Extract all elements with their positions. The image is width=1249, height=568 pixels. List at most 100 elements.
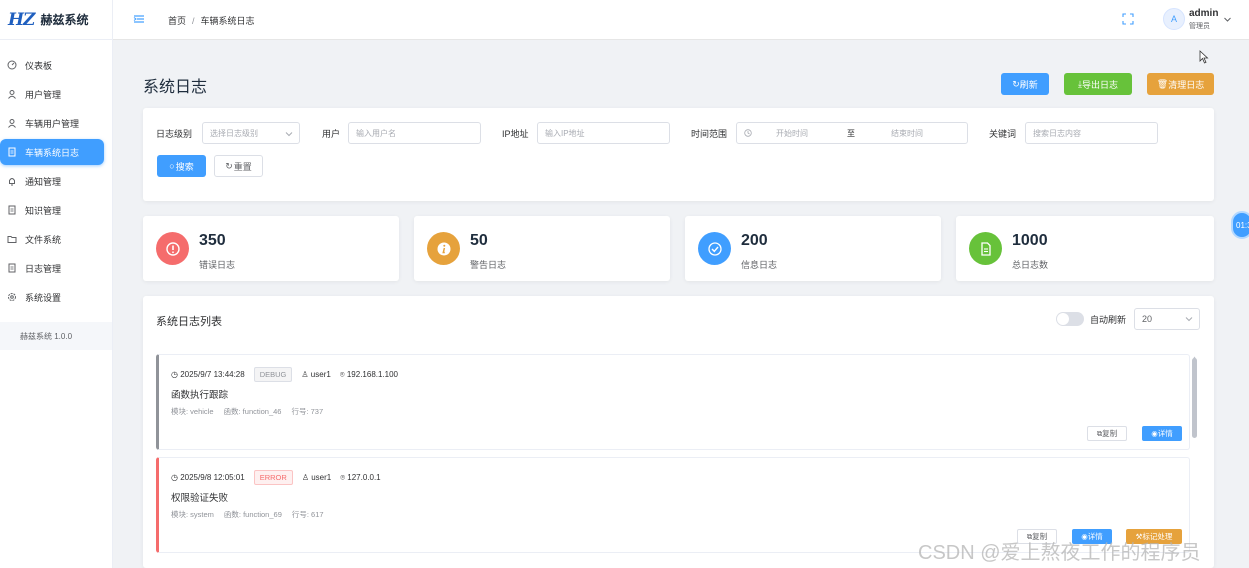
fullscreen-icon[interactable] xyxy=(1121,12,1135,26)
level-tag: ERROR xyxy=(253,470,293,485)
sidebar-item-label: 用户管理 xyxy=(25,89,62,100)
refresh-button[interactable]: ↻ 刷新 xyxy=(1001,73,1049,95)
page-size-value: 20 xyxy=(1142,314,1153,324)
page-size-select[interactable]: 20 xyxy=(1134,308,1200,330)
log-ip: ⌾ 127.0.0.1 xyxy=(340,473,380,483)
ip-filter-input[interactable]: 输入IP地址 xyxy=(537,122,670,144)
search-button-label: 搜索 xyxy=(175,161,194,172)
chevron-down-icon xyxy=(285,132,293,137)
time-range-separator: 至 xyxy=(847,129,855,138)
log-user-value: user1 xyxy=(311,473,332,482)
log-level-label: 日志级别 xyxy=(156,129,193,139)
sidebar-menu: 仪表板 用户管理 车辆用户管理 车辆系统日志 通知管理 知识管理 文件系统 日志… xyxy=(0,40,112,310)
copy-button[interactable]: ⧉ 复制 xyxy=(1087,426,1127,441)
user-name[interactable]: admin xyxy=(1189,8,1218,19)
log-list-panel: 系统日志列表 自动刷新 20 ◷ 2025/9/7 13:44:28 DEBUG… xyxy=(143,296,1214,568)
clock-icon: ◷ xyxy=(171,473,181,482)
sidebar-item-label: 仪表板 xyxy=(25,60,53,71)
dashboard-icon xyxy=(6,60,17,71)
keyword-input[interactable]: 搜索日志内容 xyxy=(1025,122,1158,144)
document-icon xyxy=(6,147,17,158)
log-details: 模块: system 函数: function_69 行号: 617 xyxy=(171,509,334,520)
stat-value: 350 xyxy=(199,232,226,249)
detail-button[interactable]: ◉ 详情 xyxy=(1142,426,1182,441)
user-role: 管理员 xyxy=(1189,23,1210,30)
sidebar-item-label: 知识管理 xyxy=(25,205,62,216)
top-header: 首页 / 车辆系统日志 A admin 管理员 xyxy=(113,0,1249,40)
breadcrumb-current: 车辆系统日志 xyxy=(200,16,255,26)
user-filter-placeholder: 输入用户名 xyxy=(356,128,396,138)
user-icon xyxy=(6,89,17,100)
menu-toggle-icon[interactable] xyxy=(133,13,145,25)
sidebar-item-vehicle-system-log[interactable]: 车辆系统日志 xyxy=(0,139,104,165)
clock-icon xyxy=(744,129,752,137)
sidebar-item-label: 车辆用户管理 xyxy=(25,118,80,129)
user-filter-label: 用户 xyxy=(322,129,341,139)
log-user-value: user1 xyxy=(310,370,331,379)
sidebar-item-vehicle-users[interactable]: 车辆用户管理 xyxy=(0,110,104,136)
user-icon: ♙ xyxy=(301,370,311,379)
chevron-down-icon[interactable] xyxy=(1223,15,1232,24)
search-button[interactable]: ○ 搜索 xyxy=(157,155,206,177)
log-line: 行号: 617 xyxy=(291,510,324,519)
stat-value: 50 xyxy=(470,232,488,249)
log-level-select[interactable]: 选择日志级别 xyxy=(202,122,300,144)
check-icon xyxy=(698,232,731,265)
document-icon xyxy=(6,205,17,216)
sidebar-item-users[interactable]: 用户管理 xyxy=(0,81,104,107)
log-time-value: 2025/9/7 13:44:28 xyxy=(180,370,245,379)
reset-button-label: 重置 xyxy=(233,161,252,172)
sidebar-item-files[interactable]: 文件系统 xyxy=(0,226,104,252)
stat-card-total: 1000 总日志数 xyxy=(956,216,1214,281)
sidebar-item-log-management[interactable]: 日志管理 xyxy=(0,255,104,281)
log-meta: ◷ 2025/9/8 12:05:01 ERROR ♙ user1 ⌾ 127.… xyxy=(171,470,381,485)
sidebar: HZ 赫兹系统 仪表板 用户管理 车辆用户管理 车辆系统日志 通知管理 知识管理 xyxy=(0,0,113,568)
sidebar-item-dashboard[interactable]: 仪表板 xyxy=(0,52,104,78)
breadcrumb-home[interactable]: 首页 xyxy=(168,16,186,26)
sidebar-item-settings[interactable]: 系统设置 xyxy=(0,284,104,310)
sidebar-item-notifications[interactable]: 通知管理 xyxy=(0,168,104,194)
stat-label: 信息日志 xyxy=(741,260,778,270)
stat-label: 警告日志 xyxy=(470,260,507,270)
reset-button[interactable]: ↻ 重置 xyxy=(214,155,263,177)
log-time: ◷ 2025/9/7 13:44:28 xyxy=(171,370,245,379)
scrollbar-thumb[interactable] xyxy=(1192,358,1197,438)
floating-timer-badge[interactable]: 01:3 xyxy=(1231,211,1249,239)
sidebar-item-knowledge[interactable]: 知识管理 xyxy=(0,197,104,223)
stat-value: 200 xyxy=(741,232,768,249)
app-name: 赫兹系统 xyxy=(40,13,89,27)
avatar[interactable]: A xyxy=(1163,8,1185,30)
copy-button-label: 复制 xyxy=(1102,429,1118,438)
page-title: 系统日志 xyxy=(143,79,208,96)
user-icon: ♙ xyxy=(301,473,312,482)
time-range-picker[interactable]: 开始时间 至 结束时间 xyxy=(736,122,968,144)
sidebar-item-label: 车辆系统日志 xyxy=(25,147,80,158)
scroll-up-arrow-icon[interactable] xyxy=(1192,352,1197,360)
info-icon xyxy=(427,232,460,265)
refresh-icon: ↻ xyxy=(1012,78,1020,89)
breadcrumb-separator: / xyxy=(192,16,195,26)
time-start-placeholder: 开始时间 xyxy=(776,129,808,138)
ip-filter-placeholder: 输入IP地址 xyxy=(545,128,585,138)
error-icon xyxy=(156,232,189,265)
user-filter-input[interactable]: 输入用户名 xyxy=(348,122,481,144)
keyword-label: 关键词 xyxy=(989,129,1017,139)
mouse-cursor-icon xyxy=(1199,50,1209,64)
csdn-watermark: CSDN @爱上熬夜工作的程序员 xyxy=(918,542,1201,564)
ip-filter-label: IP地址 xyxy=(502,129,529,139)
app-version: 赫兹系统 1.0.0 xyxy=(0,322,112,350)
stat-label: 总日志数 xyxy=(1012,260,1049,270)
log-module: 模块: system xyxy=(171,510,214,519)
export-logs-button[interactable]: ⤓ 导出日志 xyxy=(1064,73,1132,95)
stat-card-warning: 50 警告日志 xyxy=(414,216,670,281)
auto-refresh-toggle[interactable] xyxy=(1056,312,1084,326)
clear-button-label: 清理日志 xyxy=(1168,79,1205,90)
breadcrumb: 首页 / 车辆系统日志 xyxy=(168,14,255,27)
logo[interactable]: HZ 赫兹系统 xyxy=(0,0,112,40)
clear-logs-button[interactable]: 🗑︎ 清理日志 xyxy=(1147,73,1214,95)
stat-value: 1000 xyxy=(1012,232,1048,249)
stat-card-info: 200 信息日志 xyxy=(685,216,941,281)
log-user: ♙ user1 xyxy=(302,473,331,482)
detail-button-label: 详情 xyxy=(1157,429,1173,438)
search-icon: ○ xyxy=(169,161,175,171)
